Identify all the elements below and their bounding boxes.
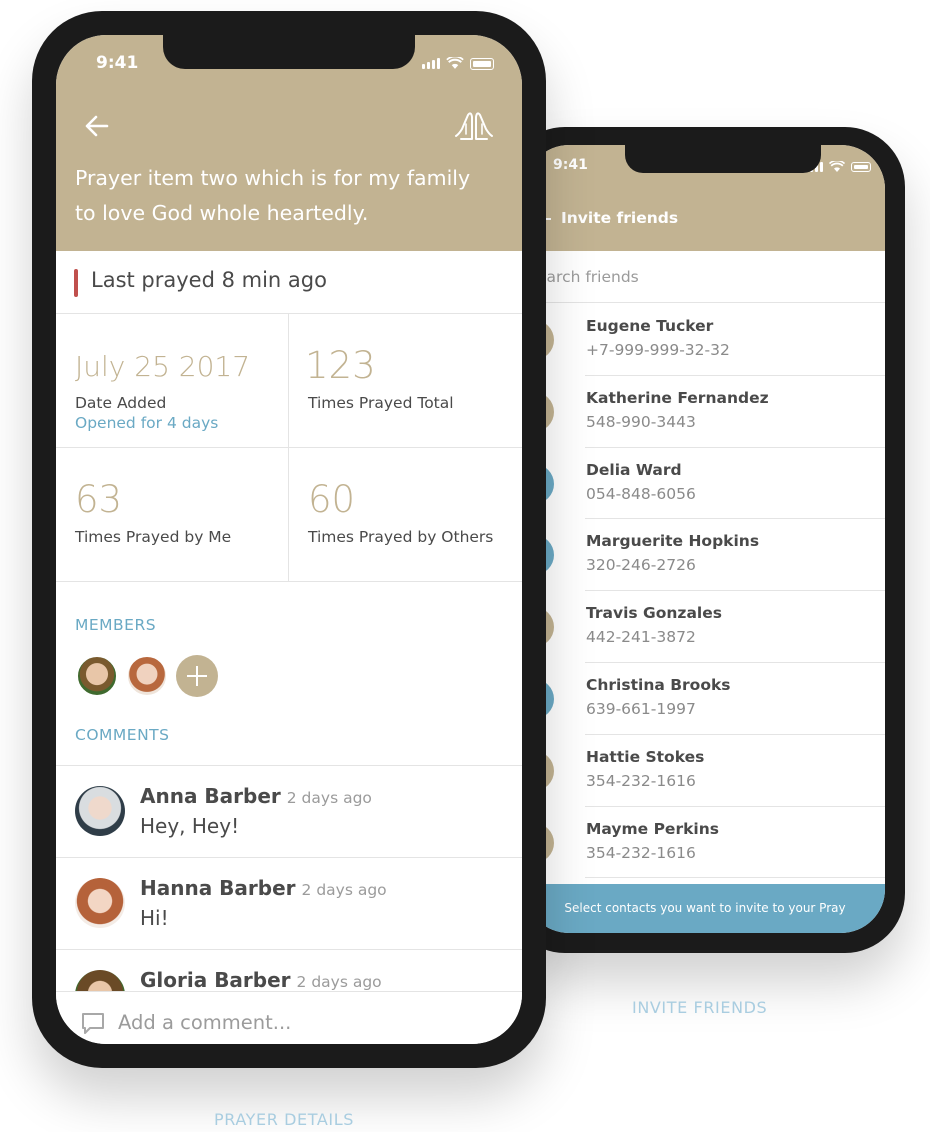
stat-label: Times Prayed by Others (308, 528, 494, 546)
comment-avatar (75, 878, 125, 928)
wifi-icon (446, 57, 464, 69)
stat-label: Times Prayed by Me (75, 528, 232, 546)
wifi-icon (829, 161, 845, 172)
contact-phone: 320-246-2726 (586, 556, 696, 575)
invite-screen: 9:41 Invite friends ET Eugene Tucker +7-… (525, 145, 885, 933)
add-member-button[interactable] (176, 655, 218, 697)
comment-item: Anna Barber 2 days ago Hey, Hey! (56, 765, 522, 857)
notch (163, 35, 415, 69)
stat-date-added: July 25 2017 Date Added Opened for 4 day… (56, 314, 289, 448)
status-time: 9:41 (96, 53, 139, 73)
stat-by-me: 63 Times Prayed by Me (56, 448, 289, 582)
comment-author: Hanna Barber 2 days ago (140, 876, 387, 900)
contact-item[interactable]: KF Katherine Fernandez 548-990-3443 (525, 376, 885, 448)
search-friends-input[interactable] (537, 261, 867, 293)
praying-hands-icon[interactable] (454, 107, 494, 143)
contact-name: Delia Ward (586, 460, 682, 479)
signal-icon (422, 58, 440, 69)
contact-item[interactable]: TG Travis Gonzales 442-241-3872 (525, 591, 885, 663)
comment-message: Hey, Hey! (140, 814, 240, 838)
contact-name: Mayme Perkins (586, 819, 719, 838)
last-prayed-row: Last prayed 8 min ago (56, 251, 522, 314)
stats-grid: July 25 2017 Date Added Opened for 4 day… (56, 314, 522, 582)
comment-time: 2 days ago (301, 881, 387, 899)
comment-author: Anna Barber 2 days ago (140, 784, 372, 808)
prayer-details-caption: PRAYER DETAILS (214, 1110, 355, 1129)
battery-icon (851, 162, 871, 172)
notch (625, 145, 821, 173)
comment-message: Hi! (140, 906, 169, 930)
contact-item[interactable]: MH Marguerite Hopkins 320-246-2726 (525, 519, 885, 591)
stat-value: 123 (305, 344, 376, 387)
back-arrow-icon[interactable] (82, 111, 112, 141)
contact-phone: 639-661-1997 (586, 699, 696, 718)
contact-name: Christina Brooks (586, 675, 731, 694)
battery-icon (470, 57, 494, 70)
invite-phone-frame: 9:41 Invite friends ET Eugene Tucker +7-… (505, 127, 905, 953)
last-prayed-text: Last prayed 8 min ago (91, 268, 327, 292)
stat-value: 60 (308, 478, 356, 521)
member-avatar[interactable] (76, 655, 118, 697)
contact-phone: 354-232-1616 (586, 843, 696, 862)
contact-phone: 442-241-3872 (586, 628, 696, 647)
members-title: MEMBERS (75, 616, 157, 634)
contact-phone: 548-990-3443 (586, 412, 696, 431)
last-prayed-indicator (74, 269, 78, 297)
stat-value: July 25 2017 (75, 350, 251, 383)
comment-item: Hanna Barber 2 days ago Hi! (56, 857, 522, 949)
status-icons (422, 57, 494, 70)
contact-name: Marguerite Hopkins (586, 532, 760, 551)
contact-phone: 354-232-1616 (586, 771, 696, 790)
status-time: 9:41 (553, 157, 588, 173)
contact-item[interactable]: ET Eugene Tucker +7-999-999-32-32 (525, 304, 885, 376)
contact-phone: 054-848-6056 (586, 484, 696, 503)
comment-input[interactable] (118, 1006, 498, 1038)
stat-label: Date Added (75, 394, 167, 412)
invite-friends-caption: INVITE FRIENDS (632, 998, 768, 1017)
comment-composer (56, 991, 522, 1044)
opened-for-link[interactable]: Opened for 4 days (75, 414, 218, 432)
comment-time: 2 days ago (286, 789, 372, 807)
invite-title: Invite friends (561, 209, 679, 227)
chat-bubble-icon (82, 1013, 104, 1034)
stat-total: 123 Times Prayed Total (289, 314, 522, 448)
comment-author: Gloria Barber 2 days ago (140, 968, 382, 992)
contact-item[interactable]: HS Hattie Stokes 354-232-1616 (525, 735, 885, 807)
stat-by-others: 60 Times Prayed by Others (289, 448, 522, 582)
member-avatar[interactable] (126, 655, 168, 697)
comment-avatar (75, 786, 125, 836)
contact-name: Hattie Stokes (586, 747, 705, 766)
contact-name: Katherine Fernandez (586, 388, 769, 407)
prayer-phone-frame: 9:41 Prayer item two which is for my fam… (32, 11, 546, 1068)
invite-banner-button[interactable]: Select contacts you want to invite to yo… (525, 884, 885, 933)
stat-label: Times Prayed Total (308, 394, 454, 412)
contact-item[interactable]: CB Christina Brooks 639-661-1997 (525, 663, 885, 735)
contact-item[interactable]: DW Delia Ward 054-848-6056 (525, 448, 885, 520)
stat-value: 63 (75, 478, 123, 521)
contact-name: Eugene Tucker (586, 317, 714, 335)
contact-list: ET Eugene Tucker +7-999-999-32-32 KF Kat… (525, 304, 885, 879)
search-row (525, 251, 885, 303)
prayer-text: Prayer item two which is for my family t… (75, 166, 471, 225)
contact-item[interactable]: MP Mayme Perkins 354-232-1616 (525, 807, 885, 879)
contact-phone: +7-999-999-32-32 (586, 341, 730, 359)
comment-time: 2 days ago (296, 973, 382, 991)
contact-name: Travis Gonzales (586, 604, 722, 623)
comments-title: COMMENTS (75, 726, 170, 744)
prayer-screen: 9:41 Prayer item two which is for my fam… (56, 35, 522, 1044)
